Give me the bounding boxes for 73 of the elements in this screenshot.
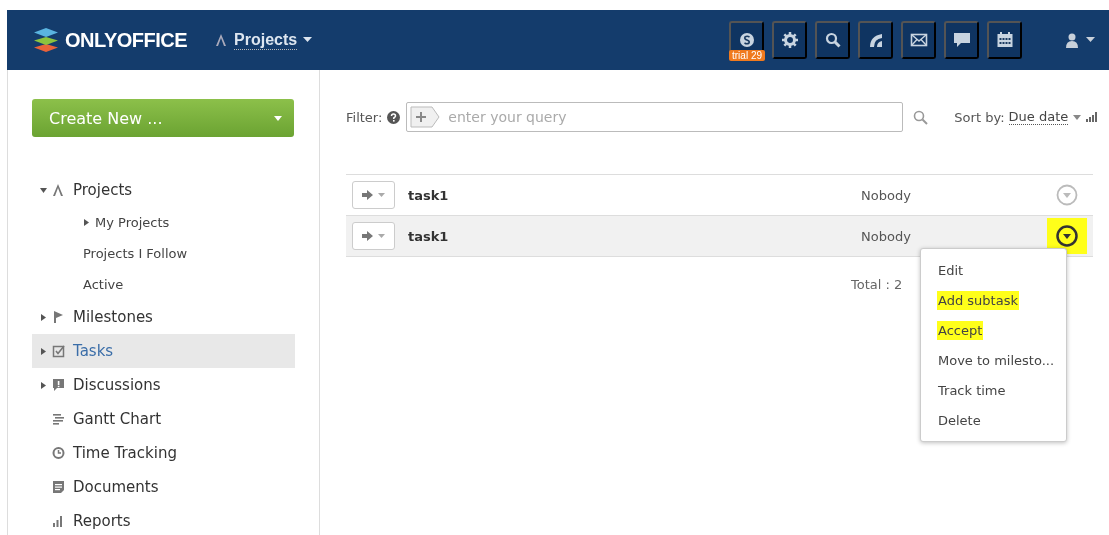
caret-circle-icon: [1056, 225, 1078, 247]
caret-right-icon[interactable]: [83, 219, 90, 226]
arrow-right-icon: [362, 190, 373, 200]
chat-icon: [952, 31, 971, 49]
sidebar-item[interactable]: Reports: [32, 504, 295, 535]
sidebar-item[interactable]: Tasks: [32, 334, 295, 368]
flag-icon: [52, 310, 65, 324]
caret-down-icon[interactable]: [303, 37, 313, 43]
caret-down-icon: [378, 193, 385, 197]
feed-button[interactable]: [858, 21, 893, 59]
caret-down-icon: [378, 234, 385, 238]
mail-icon: [909, 31, 928, 49]
search-icon[interactable]: [913, 109, 929, 125]
task-responsible: Nobody: [861, 228, 912, 244]
gantt-icon: [52, 412, 65, 426]
sidebar-item[interactable]: Milestones: [32, 300, 295, 334]
trial-badge: trial 29: [729, 50, 765, 61]
menu-item[interactable]: Track time: [937, 380, 1007, 400]
caret-down-icon[interactable]: [1086, 37, 1095, 43]
bar-chart-icon: [52, 514, 65, 528]
user-icon[interactable]: [1064, 32, 1080, 48]
calendar-icon: [995, 31, 1014, 49]
status-button[interactable]: [352, 181, 395, 209]
logo-icon: [33, 27, 59, 53]
sort-label: Sort by:: [954, 109, 1005, 125]
caret-down-icon[interactable]: [40, 186, 47, 194]
settings-icon: [780, 31, 799, 49]
caret-circle-icon: [1056, 184, 1078, 206]
caret-right-icon[interactable]: [40, 347, 47, 355]
settings-button[interactable]: [772, 21, 807, 59]
task-responsible: Nobody: [861, 187, 912, 203]
arrow-right-icon: [362, 231, 373, 241]
sidebar-item[interactable]: Gantt Chart: [32, 402, 295, 436]
task-title[interactable]: task1: [408, 187, 861, 203]
filter-label: Filter:: [346, 109, 383, 125]
search-icon: [823, 31, 842, 49]
add-filter-icon[interactable]: [410, 106, 441, 128]
logo-text[interactable]: ONLYOFFICE: [65, 28, 188, 52]
search-button[interactable]: [815, 21, 850, 59]
menu-item[interactable]: Move to milesto...: [937, 350, 1056, 370]
calendar-button[interactable]: [987, 21, 1022, 59]
caret-down-icon: [274, 115, 282, 121]
sidebar-item[interactable]: Time Tracking: [32, 436, 295, 470]
menu-item[interactable]: Accept: [937, 320, 984, 340]
module-menu[interactable]: Projects: [234, 30, 298, 50]
task-row[interactable]: task1 Nobody: [346, 216, 1093, 257]
total-count: Total : 2: [851, 277, 904, 292]
sidebar-item[interactable]: Documents: [32, 470, 295, 504]
filter-input[interactable]: enter your query: [446, 108, 891, 126]
coin-icon: [737, 31, 756, 49]
caret-right-icon[interactable]: [40, 381, 47, 389]
menu-item[interactable]: Edit: [937, 260, 965, 280]
sort-order-icon[interactable]: [1086, 112, 1098, 122]
task-menu-button[interactable]: [1047, 218, 1087, 254]
sidebar-item[interactable]: Projects: [32, 173, 295, 207]
sidebar-subitem[interactable]: Active: [83, 269, 319, 300]
chat-button[interactable]: [944, 21, 979, 59]
sidebar-subitem[interactable]: Projects I Follow: [83, 238, 319, 269]
checkbox-icon: [52, 344, 65, 358]
clock-icon: [52, 446, 65, 460]
menu-item[interactable]: Delete: [937, 410, 982, 430]
filter-field[interactable]: enter your query: [406, 102, 904, 132]
sort-dropdown[interactable]: Due date: [1008, 109, 1069, 125]
caret-right-icon[interactable]: [40, 313, 47, 321]
document-icon: [52, 480, 65, 494]
status-button[interactable]: [352, 222, 395, 250]
speech-bubble-icon: [52, 378, 65, 392]
mail-button[interactable]: [901, 21, 936, 59]
sidebar-item[interactable]: Discussions: [32, 368, 295, 402]
sidebar-subitem[interactable]: My Projects: [83, 207, 319, 238]
menu-item[interactable]: Add subtask: [937, 290, 1019, 310]
help-icon[interactable]: [387, 110, 401, 124]
task-title[interactable]: task1: [408, 228, 861, 244]
